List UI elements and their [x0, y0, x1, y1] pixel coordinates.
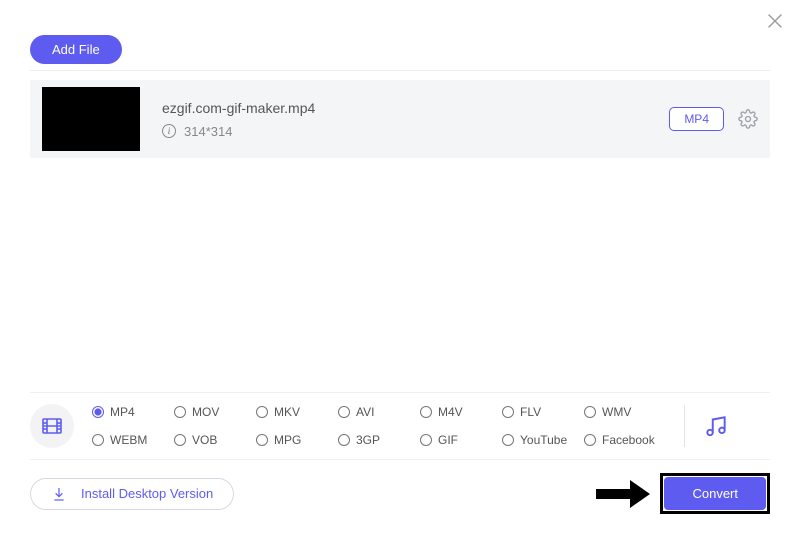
- install-desktop-label: Install Desktop Version: [81, 486, 213, 501]
- file-row: ezgif.com-gif-maker.mp4 i 314*314 MP4: [30, 80, 770, 158]
- file-resolution: 314*314: [184, 124, 232, 139]
- format-option-youtube[interactable]: YouTube: [502, 433, 584, 447]
- file-meta: i 314*314: [162, 124, 669, 139]
- file-info: ezgif.com-gif-maker.mp4 i 314*314: [162, 100, 669, 139]
- info-icon[interactable]: i: [162, 124, 176, 138]
- convert-group: Convert: [596, 473, 770, 514]
- format-label: MPG: [274, 433, 301, 447]
- format-option-facebook[interactable]: Facebook: [584, 433, 666, 447]
- arrow-right-icon: [596, 480, 650, 508]
- file-thumbnail[interactable]: [42, 87, 140, 151]
- download-icon: [51, 486, 67, 502]
- format-chip[interactable]: MP4: [669, 107, 724, 131]
- format-radio[interactable]: [174, 434, 186, 446]
- format-radio[interactable]: [338, 434, 350, 446]
- file-name: ezgif.com-gif-maker.mp4: [162, 100, 669, 116]
- close-icon[interactable]: [764, 10, 786, 32]
- format-radio[interactable]: [584, 406, 596, 418]
- add-file-button[interactable]: Add File: [30, 35, 122, 64]
- format-label: MP4: [110, 405, 135, 419]
- divider-vertical: [684, 405, 685, 447]
- format-radio[interactable]: [502, 434, 514, 446]
- format-radio[interactable]: [420, 406, 432, 418]
- format-option-3gp[interactable]: 3GP: [338, 433, 420, 447]
- format-label: MOV: [192, 405, 219, 419]
- footer: Install Desktop Version Convert: [30, 473, 770, 514]
- format-option-mov[interactable]: MOV: [174, 405, 256, 419]
- format-label: 3GP: [356, 433, 380, 447]
- format-label: VOB: [192, 433, 217, 447]
- format-option-gif[interactable]: GIF: [420, 433, 502, 447]
- convert-button[interactable]: Convert: [664, 477, 766, 510]
- format-label: M4V: [438, 405, 463, 419]
- convert-highlight: Convert: [660, 473, 770, 514]
- format-option-mp4[interactable]: MP4: [92, 405, 174, 419]
- format-label: FLV: [520, 405, 541, 419]
- format-radio[interactable]: [502, 406, 514, 418]
- install-desktop-button[interactable]: Install Desktop Version: [30, 478, 234, 510]
- divider: [30, 70, 770, 71]
- format-option-mkv[interactable]: MKV: [256, 405, 338, 419]
- format-label: WEBM: [110, 433, 147, 447]
- format-grid: MP4 MOV MKV AVI M4V FLV WMV WEBM VOB MPG 3GP GIF You…: [92, 401, 666, 451]
- format-radio[interactable]: [92, 406, 104, 418]
- format-radio[interactable]: [256, 434, 268, 446]
- format-label: MKV: [274, 405, 300, 419]
- gear-icon[interactable]: [738, 109, 758, 129]
- format-option-mpg[interactable]: MPG: [256, 433, 338, 447]
- format-radio[interactable]: [256, 406, 268, 418]
- format-label: GIF: [438, 433, 458, 447]
- format-radio[interactable]: [92, 434, 104, 446]
- format-radio[interactable]: [584, 434, 596, 446]
- format-radio[interactable]: [338, 406, 350, 418]
- format-option-flv[interactable]: FLV: [502, 405, 584, 419]
- format-option-wmv[interactable]: WMV: [584, 405, 666, 419]
- format-label: WMV: [602, 405, 631, 419]
- format-option-vob[interactable]: VOB: [174, 433, 256, 447]
- music-icon[interactable]: [703, 413, 729, 439]
- format-label: AVI: [356, 405, 374, 419]
- video-icon[interactable]: [30, 404, 74, 448]
- format-label: YouTube: [520, 433, 567, 447]
- format-bar: MP4 MOV MKV AVI M4V FLV WMV WEBM VOB MPG 3GP GIF You…: [30, 392, 770, 460]
- format-radio[interactable]: [174, 406, 186, 418]
- format-label: Facebook: [602, 433, 655, 447]
- format-option-m4v[interactable]: M4V: [420, 405, 502, 419]
- format-radio[interactable]: [420, 434, 432, 446]
- format-option-webm[interactable]: WEBM: [92, 433, 174, 447]
- format-option-avi[interactable]: AVI: [338, 405, 420, 419]
